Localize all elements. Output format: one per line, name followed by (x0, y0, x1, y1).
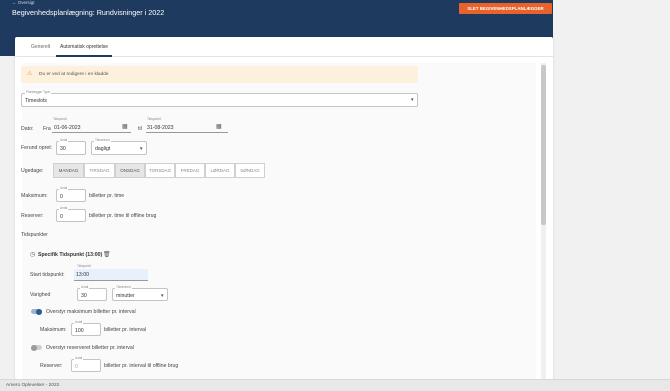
page-title: Begivenhedsplanlægning: Rundvisninger i … (12, 8, 165, 17)
inner-max-suffix: billetter pr. interval (104, 327, 147, 333)
create-every-amount-value: 30 (60, 146, 66, 152)
weekday-wednesday[interactable]: ONSDAG (115, 163, 145, 178)
override-reserve-toggle[interactable] (31, 344, 42, 351)
reserve-input[interactable]: 0 (56, 209, 86, 222)
planner-type-select[interactable]: Timeslots ▼ (21, 93, 418, 107)
date-from-underline (52, 132, 131, 133)
weekday-monday[interactable]: MANDAG (53, 163, 84, 178)
start-time-underline (74, 280, 148, 281)
reserve-suffix: billetter pr. time til offline brug (89, 213, 157, 219)
duration-unit-caption: Tidsenhed (115, 285, 132, 289)
override-max-label: Overstyr maksimum billetter pr. interval (46, 309, 136, 315)
chevron-down-icon: ▼ (160, 292, 165, 298)
toggle-knob (31, 344, 37, 351)
weekday-tuesday[interactable]: TIRSDAG (84, 163, 115, 178)
start-time-label: Start tidspunkt: (30, 272, 65, 278)
back-link[interactable]: ← Oversigt (12, 0, 35, 5)
reserve-caption: Antal (59, 206, 69, 210)
date-to-underline (146, 132, 228, 133)
create-every-unit-caption: Tidsenhed (94, 138, 111, 142)
scrollbar-thumb[interactable] (541, 65, 546, 225)
planner-type-value: Timeslots (25, 98, 48, 104)
tab-automatic-creation[interactable]: Automatisk oprettelse (60, 44, 108, 50)
inner-reserve-value: 0 (75, 363, 78, 370)
start-time-caption: Tidspunkt (77, 264, 91, 268)
date-to-label: til (138, 126, 142, 132)
weekdays-label: Ugedage: (21, 168, 44, 174)
warning-text: Du er ved at redigere i en kladde (39, 72, 109, 77)
duration-amount-value: 30 (81, 292, 87, 299)
duration-label: Varighed (30, 292, 51, 298)
delete-planner-button[interactable]: SLET BEGIVENHEDSPLANLÆGGER (459, 3, 552, 14)
create-every-amount-caption: Antal (59, 138, 69, 142)
inner-max-input[interactable]: 100 (71, 323, 101, 336)
date-label: Dato: (21, 126, 34, 132)
toggle-knob (36, 308, 42, 315)
create-every-unit-select[interactable]: dagligt ▼ (91, 141, 147, 155)
calendar-icon[interactable]: ▦ (216, 123, 222, 130)
create-every-label: Ferund opret: (21, 145, 53, 151)
inner-max-value: 100 (75, 327, 84, 334)
trash-icon[interactable]: 🗑 (103, 251, 111, 258)
weekday-saturday[interactable]: LØRDAG (205, 163, 235, 178)
date-to-caption: Tidspunkt (147, 117, 161, 121)
weekday-thursday[interactable]: TORSDAG (145, 163, 175, 178)
date-to-input[interactable]: 31-08-2023 (147, 125, 174, 131)
planner-type-caption: Planlægger Type (25, 90, 52, 94)
inner-max-caption: Antal (74, 320, 84, 324)
date-from-label: Fra (43, 126, 51, 132)
tab-general[interactable]: Generelt (31, 44, 50, 50)
chevron-down-icon: ▼ (410, 97, 415, 102)
calendar-icon[interactable]: ▦ (122, 123, 128, 130)
timepoints-section-label: Tidspunkter (21, 232, 48, 238)
override-reserve-label: Overstyr reserveret billetter pr. interv… (46, 345, 134, 351)
create-every-amount-input[interactable]: 30 (56, 141, 86, 155)
inner-reserve-suffix: billetter pr. interval til offline brug (104, 363, 179, 369)
date-from-input[interactable]: 01-06-2023 (54, 125, 81, 131)
duration-amount-caption: Antal (80, 285, 90, 289)
duration-unit-select[interactable]: minutter ▼ (112, 288, 168, 301)
clock-icon: ◷ (30, 252, 36, 258)
tab-bar: Generelt Automatisk oprettelse (15, 37, 553, 57)
maximum-value: 0 (60, 193, 63, 200)
override-max-toggle[interactable] (31, 308, 42, 315)
inner-reserve-label: Reserver: (40, 363, 63, 369)
footer-text: Amero Oplevelser - 2022 (6, 383, 60, 388)
footer: Amero Oplevelser - 2022 (0, 379, 670, 391)
scrollbar[interactable] (541, 63, 546, 379)
weekday-sunday[interactable]: SØNDAG (235, 163, 265, 178)
inner-max-label: Maksimum: (40, 327, 67, 333)
inner-reserve-input[interactable]: 0 (71, 359, 101, 372)
active-tab-indicator (56, 55, 112, 57)
warning-icon: ⚠ (27, 71, 33, 77)
timepoint-title: Specifik Tidspunkt (13:00) (38, 252, 103, 258)
draft-warning-banner: ⚠ Du er ved at redigere i en kladde (21, 66, 418, 83)
create-every-unit-value: dagligt (95, 146, 111, 152)
reserve-value: 0 (60, 213, 63, 220)
maximum-label: Maksimum: (21, 193, 48, 199)
start-time-value: 13:00 (76, 272, 89, 278)
date-from-caption: Tidspunkt (53, 117, 67, 121)
inner-reserve-caption: Antal (74, 356, 84, 360)
weekday-friday[interactable]: FREDAG (175, 163, 205, 178)
start-time-input[interactable]: 13:00 (74, 269, 148, 280)
reserve-label: Reserver: (21, 213, 44, 219)
maximum-caption: Antal (59, 186, 69, 190)
maximum-suffix: billetter pr. time (89, 193, 125, 199)
maximum-input[interactable]: 0 (56, 189, 86, 202)
chevron-down-icon: ▼ (139, 146, 144, 151)
duration-unit-value: minutter (116, 292, 135, 299)
duration-amount-input[interactable]: 30 (77, 288, 107, 301)
